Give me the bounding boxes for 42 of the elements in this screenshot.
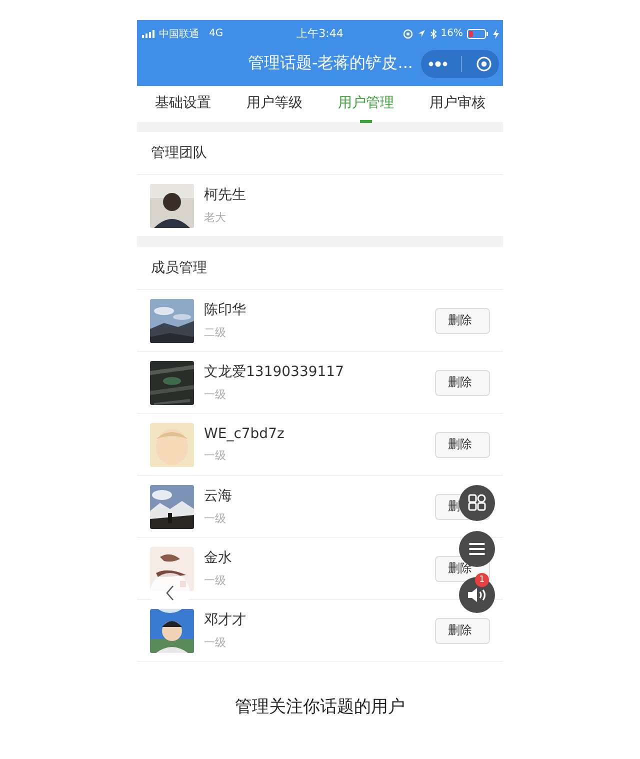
grid-icon	[468, 494, 486, 512]
member-level: 老大	[204, 210, 227, 225]
close-icon[interactable]	[476, 56, 492, 72]
delete-button[interactable]: 删除	[435, 432, 490, 458]
tab[interactable]: 用户等级	[246, 86, 302, 122]
delete-button[interactable]: 删除	[435, 370, 490, 396]
delete-button[interactable]: 删除	[435, 308, 490, 334]
member-name: 陈印华	[204, 301, 247, 319]
network-type: 4G	[209, 28, 224, 39]
bluetooth-icon	[430, 28, 437, 38]
more-icon[interactable]	[428, 60, 448, 66]
member-level: 一级	[204, 573, 227, 588]
speaker-icon	[467, 587, 487, 603]
carrier-name: 中国联通	[159, 28, 199, 40]
member-level: 一级	[204, 448, 227, 463]
member-name: 云海	[204, 487, 233, 505]
chevron-left-icon	[165, 585, 175, 601]
member-level: 一级	[204, 635, 227, 650]
member-level: 一级	[204, 387, 227, 402]
member-name: 文龙爱13190339117	[204, 363, 345, 381]
member-name: 金水	[204, 549, 233, 567]
caption-text: 管理关注你话题的用户	[235, 696, 405, 718]
lock-rotation-icon	[402, 28, 413, 38]
menu-icon	[468, 542, 486, 556]
battery-percent: 16%	[440, 28, 463, 39]
floating-menu[interactable]	[459, 485, 495, 521]
signal-icon	[142, 30, 155, 38]
battery-icon	[467, 28, 489, 38]
status-time: 上午3:44	[296, 26, 344, 41]
charging-icon	[493, 28, 499, 38]
member-level: 二级	[204, 325, 227, 340]
member-level: 一级	[204, 511, 227, 526]
member-name: 柯先生	[204, 186, 247, 204]
section-title: 管理团队	[137, 132, 503, 175]
delete-button[interactable]: 删除	[435, 618, 490, 644]
tab[interactable]: 用户审核	[429, 86, 486, 122]
section-title: 成员管理	[137, 247, 503, 290]
member-name: 邓才才	[204, 611, 247, 629]
page-title: 管理话题-老蒋的铲皮...	[248, 53, 413, 74]
location-icon	[416, 29, 426, 38]
tab[interactable]: 基础设置	[154, 86, 211, 122]
member-name: WE_c7bd7z	[204, 426, 286, 442]
